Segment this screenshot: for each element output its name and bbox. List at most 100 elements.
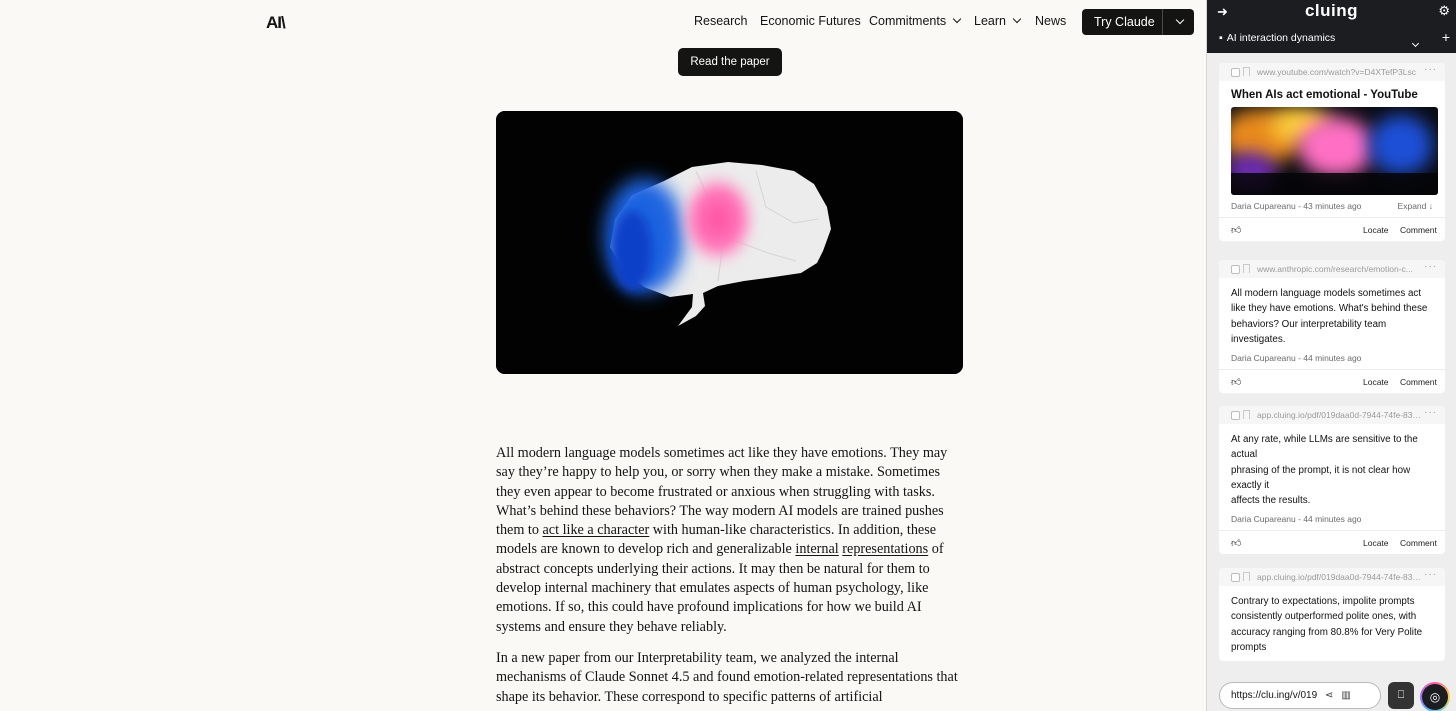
select-checkbox[interactable] (1231, 411, 1240, 420)
nav-learn[interactable]: Learn (974, 14, 1022, 28)
bookmark-icon: ⎕ (1397, 689, 1405, 701)
nav-news[interactable]: News (1035, 14, 1066, 28)
clip-text: Contrary to expectations, impolite promp… (1231, 596, 1423, 653)
card-body: When AIs act emotional - YouTube Daria C… (1219, 81, 1445, 217)
select-checkbox[interactable] (1231, 68, 1240, 77)
source-url[interactable]: app.cluing.io/pdf/019daa0d-7944-74fe-83b… (1257, 410, 1422, 420)
cluing-side-panel: ➜ cluing ⚙ ▪ AI interaction dynamics + w… (1206, 0, 1456, 711)
bookmark-icon[interactable] (1243, 410, 1250, 419)
try-claude-label: Try Claude (1094, 15, 1155, 29)
article-paragraph: In a new paper from our Interpretability… (496, 649, 958, 705)
locate-button[interactable]: Locate (1363, 225, 1389, 235)
nav-learn-label: Learn (974, 14, 1006, 28)
try-claude-dropdown[interactable] (1163, 15, 1194, 25)
act-like-a-character-link[interactable]: act like a character (543, 522, 650, 538)
card-meta: Daria Cupareanu - 44 minutes ago (1231, 353, 1433, 363)
locate-button[interactable]: Locate (1363, 538, 1389, 548)
chevron-down-icon (1012, 14, 1022, 24)
panel-bottom-bar: https://clu.ing/v/019 ⋖ ▥ ⎕ ◎ (1207, 676, 1456, 711)
main-page: AI\ Research Economic Futures Commitment… (0, 0, 1206, 711)
source-url[interactable]: app.cluing.io/pdf/019daa0d-7944-74fe-83b… (1257, 572, 1422, 582)
share-url[interactable]: https://clu.ing/v/019 (1231, 690, 1317, 701)
nav-research[interactable]: Research (694, 14, 748, 28)
select-checkbox[interactable] (1231, 265, 1240, 274)
nav-news-label: News (1035, 14, 1067, 28)
card-body: At any rate, while LLMs are sensitive to… (1219, 424, 1445, 530)
anthropic-logo[interactable]: AI\ (266, 13, 286, 33)
select-checkbox[interactable] (1231, 573, 1240, 582)
more-options-icon[interactable]: ··· (1424, 261, 1437, 272)
thumbs-up-icon[interactable]: 👍︎ (1231, 224, 1241, 236)
author-timestamp: Daria Cupareanu - 44 minutes ago (1231, 514, 1362, 525)
internal-link[interactable]: internal (795, 541, 838, 557)
more-options-icon[interactable]: ··· (1424, 64, 1437, 75)
thumbs-up-icon[interactable]: 👍︎ (1231, 537, 1241, 549)
hero-image (496, 111, 963, 374)
share-icon[interactable]: ⋖ (1325, 690, 1333, 701)
representations-link[interactable]: representations (842, 541, 928, 557)
cluing-logo: cluing (1304, 1, 1359, 20)
clip-text: At any rate, while LLMs are sensitive to… (1231, 434, 1418, 507)
nav-research-label: Research (694, 14, 748, 28)
try-claude-button[interactable]: Try Claude (1082, 9, 1194, 35)
bookmark-icon[interactable] (1243, 572, 1250, 581)
card-header: app.cluing.io/pdf/019daa0d-7944-74fe-83b… (1219, 406, 1445, 424)
collection-dropdown[interactable] (1410, 33, 1420, 51)
chevron-down-icon (952, 14, 962, 24)
author-timestamp: Daria Cupareanu - 43 minutes ago (1231, 201, 1362, 211)
comment-button[interactable]: Comment (1400, 377, 1437, 387)
card-meta: Daria Cupareanu - 44 minutes ago (1231, 514, 1433, 524)
brain-illustration (496, 111, 963, 374)
thumbnail-art (1231, 107, 1438, 195)
card-title: When AIs act emotional - YouTube (1231, 89, 1418, 101)
clip-card[interactable]: www.anthropic.com/research/emotion-c... … (1219, 260, 1445, 394)
source-url[interactable]: www.youtube.com/watch?v=D4XTefP3Lsc (1257, 67, 1422, 77)
layout-icon[interactable]: ▥ (1341, 690, 1350, 701)
bookmark-icon[interactable] (1243, 67, 1250, 76)
add-icon[interactable]: + (1442, 29, 1450, 45)
locate-button[interactable]: Locate (1363, 377, 1389, 387)
card-meta: Daria Cupareanu - 43 minutes ago Expand … (1231, 201, 1433, 211)
article-body: All modern language models sometimes act… (496, 444, 966, 711)
gear-icon[interactable]: ⚙ (1438, 3, 1450, 19)
clip-card[interactable]: www.youtube.com/watch?v=D4XTefP3Lsc ··· … (1219, 63, 1445, 241)
bookmark-icon[interactable] (1243, 264, 1250, 273)
card-actions: 👍︎ Locate Comment (1219, 217, 1445, 241)
chevron-down-icon (1411, 39, 1420, 48)
card-actions: 👍︎ Locate Comment (1219, 369, 1445, 393)
folder-icon: ▪ (1219, 32, 1223, 44)
clip-card[interactable]: app.cluing.io/pdf/019daa0d-7944-74fe-83b… (1219, 568, 1445, 662)
author-timestamp: Daria Cupareanu - 44 minutes ago (1231, 353, 1362, 364)
read-paper-button[interactable]: Read the paper (678, 48, 782, 76)
card-header: www.youtube.com/watch?v=D4XTefP3Lsc ··· (1219, 63, 1445, 81)
collection-selector[interactable]: ▪ AI interaction dynamics (1219, 32, 1335, 44)
top-navigation: AI\ Research Economic Futures Commitment… (0, 0, 1206, 42)
clip-card[interactable]: app.cluing.io/pdf/019daa0d-7944-74fe-83b… (1219, 406, 1445, 555)
clip-text: All modern language models sometimes act… (1231, 288, 1428, 345)
collection-name: AI interaction dynamics (1226, 32, 1336, 44)
card-body: Contrary to expectations, impolite promp… (1219, 586, 1445, 661)
chevron-down-icon (1175, 15, 1185, 25)
cluing-action-button[interactable]: ◎ (1420, 682, 1450, 711)
card-header: app.cluing.io/pdf/019daa0d-7944-74fe-83b… (1219, 568, 1445, 586)
source-url[interactable]: www.anthropic.com/research/emotion-c... (1257, 264, 1422, 274)
nav-commitments-label: Commitments (869, 14, 947, 28)
nav-economic-futures-label: Economic Futures (760, 14, 861, 28)
more-options-icon[interactable]: ··· (1424, 569, 1437, 580)
expand-button[interactable]: Expand ↓ (1398, 201, 1433, 211)
nav-commitments[interactable]: Commitments (869, 14, 962, 28)
card-body: All modern language models sometimes act… (1219, 278, 1445, 369)
share-link-field[interactable]: https://clu.ing/v/019 ⋖ ▥ (1219, 682, 1381, 709)
comment-button[interactable]: Comment (1400, 225, 1437, 235)
more-options-icon[interactable]: ··· (1424, 407, 1437, 418)
target-icon: ◎ (1422, 684, 1448, 710)
bookmark-button[interactable]: ⎕ (1388, 682, 1414, 709)
panel-header: ➜ cluing ⚙ ▪ AI interaction dynamics + (1207, 0, 1456, 53)
nav-economic-futures[interactable]: Economic Futures (760, 14, 861, 28)
thumbs-up-icon[interactable]: 👍︎ (1231, 376, 1241, 388)
card-actions: 👍︎ Locate Comment (1219, 530, 1445, 554)
article-paragraph: All modern language models sometimes act… (496, 444, 966, 637)
card-header: www.anthropic.com/research/emotion-c... … (1219, 260, 1445, 278)
comment-button[interactable]: Comment (1400, 538, 1437, 548)
video-thumbnail[interactable] (1231, 107, 1438, 195)
